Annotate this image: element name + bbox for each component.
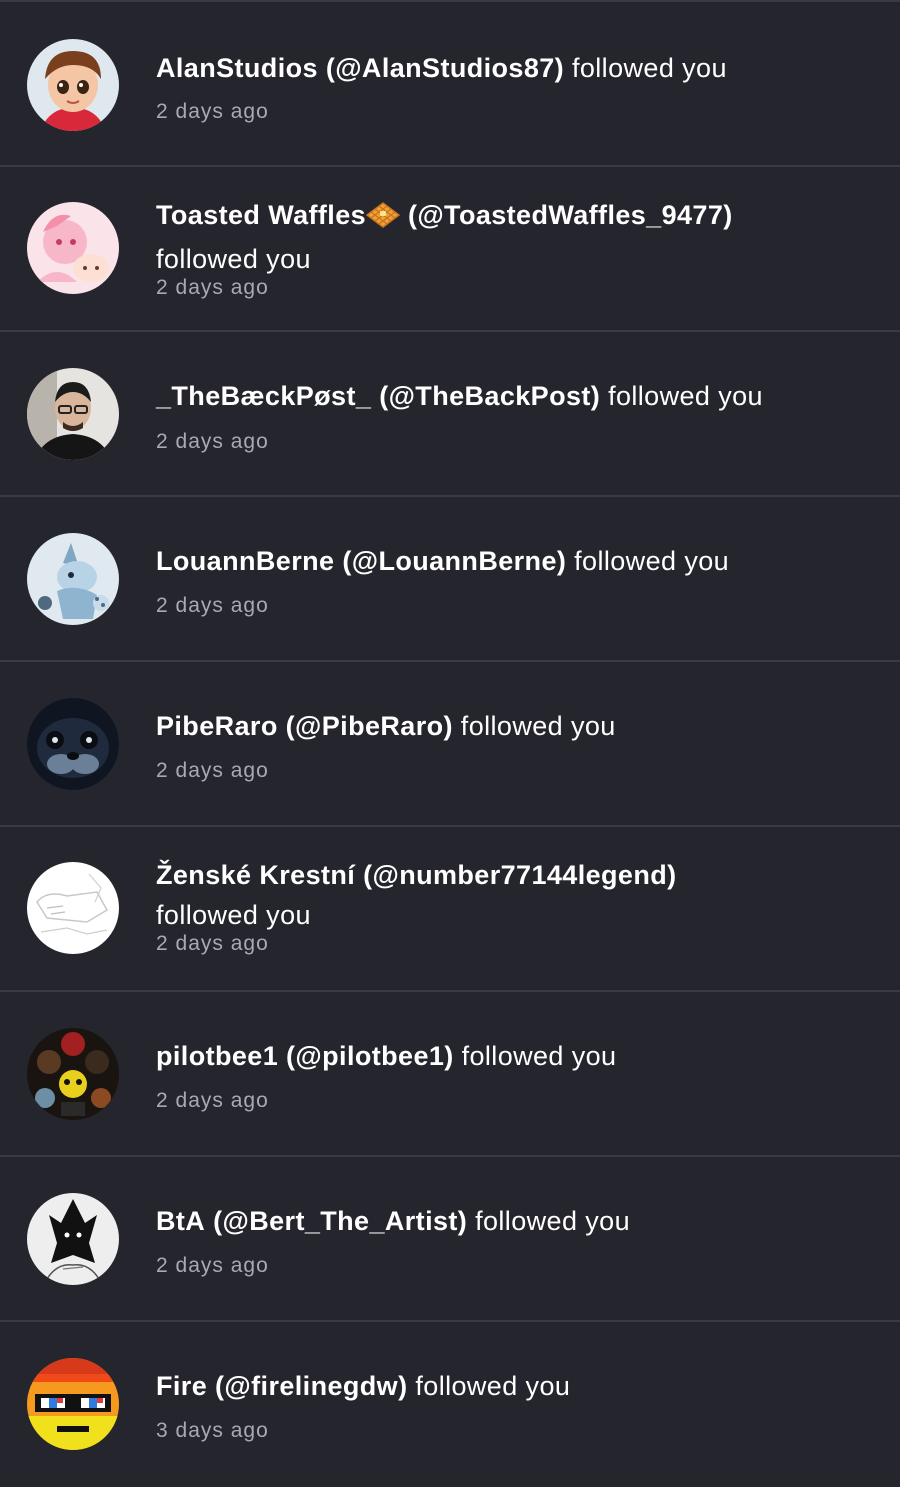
avatar[interactable] [27, 1193, 119, 1285]
timestamp: 2 days ago [156, 759, 269, 782]
waffle-icon [365, 199, 401, 239]
user-handle[interactable]: (@ToastedWaffles_9477) [408, 200, 733, 230]
notification-row[interactable]: BtA (@Bert_The_Artist) followed you 2 da… [0, 1157, 900, 1322]
timestamp: 2 days ago [156, 1254, 269, 1277]
notification-row[interactable]: AlanStudios (@AlanStudios87) followed yo… [0, 2, 900, 167]
user-handle[interactable]: (@firelinegdw) [215, 1371, 407, 1401]
notification-row[interactable]: Ženské Krestní (@number77144legend) foll… [0, 827, 900, 992]
timestamp: 2 days ago [156, 1089, 269, 1112]
notification-row[interactable]: LouannBerne (@LouannBerne) followed you … [0, 497, 900, 662]
user-name[interactable]: Toasted Waffles [156, 200, 366, 230]
notification-action: followed you [461, 1041, 617, 1071]
timestamp: 3 days ago [156, 1419, 269, 1442]
user-handle[interactable]: (@pilotbee1) [286, 1041, 454, 1071]
timestamp: 2 days ago [156, 100, 269, 123]
notification-text: Toasted Waffles (@ToastedWaffles_9477) f… [156, 195, 860, 300]
user-handle[interactable]: (@Bert_The_Artist) [213, 1206, 467, 1236]
user-name[interactable]: PibeRaro [156, 711, 278, 741]
notification-text: BtA (@Bert_The_Artist) followed you 2 da… [156, 1201, 860, 1278]
notification-row[interactable]: _TheBæckPøst_ (@TheBackPost) followed yo… [0, 332, 900, 497]
user-handle[interactable]: (@number77144legend) [363, 860, 676, 890]
notification-action: followed you [460, 711, 616, 741]
notification-list: AlanStudios (@AlanStudios87) followed yo… [0, 0, 900, 1485]
notification-action: followed you [156, 900, 311, 930]
user-name[interactable]: Ženské Krestní [156, 860, 355, 890]
notification-action: followed you [415, 1371, 571, 1401]
notification-row[interactable]: pilotbee1 (@pilotbee1) followed you 2 da… [0, 992, 900, 1157]
notification-action: followed you [156, 244, 311, 274]
user-name[interactable]: LouannBerne [156, 546, 334, 576]
timestamp: 2 days ago [156, 276, 269, 299]
avatar[interactable] [27, 862, 119, 954]
avatar[interactable] [27, 39, 119, 131]
notification-text: Ženské Krestní (@number77144legend) foll… [156, 855, 860, 956]
user-name[interactable]: AlanStudios [156, 53, 318, 83]
user-name[interactable]: _TheBæckPøst_ [156, 381, 371, 411]
timestamp: 2 days ago [156, 932, 269, 955]
timestamp: 2 days ago [156, 594, 269, 617]
user-handle[interactable]: (@PibeRaro) [286, 711, 453, 741]
avatar[interactable] [27, 1028, 119, 1120]
notification-action: followed you [475, 1206, 630, 1236]
notification-action: followed you [608, 381, 763, 411]
avatar[interactable] [27, 533, 119, 625]
avatar[interactable] [27, 1358, 119, 1450]
avatar[interactable] [27, 368, 119, 460]
notification-text: AlanStudios (@AlanStudios87) followed yo… [156, 48, 860, 124]
user-handle[interactable]: (@AlanStudios87) [326, 53, 564, 83]
notification-text: _TheBæckPøst_ (@TheBackPost) followed yo… [156, 376, 860, 454]
notification-row[interactable]: PibeRaro (@PibeRaro) followed you 2 days… [0, 662, 900, 827]
user-name[interactable]: Fire [156, 1371, 207, 1401]
notification-action: followed you [571, 53, 727, 83]
avatar[interactable] [27, 698, 119, 790]
user-name[interactable]: pilotbee1 [156, 1041, 278, 1071]
user-handle[interactable]: (@TheBackPost) [379, 381, 600, 411]
notification-text: PibeRaro (@PibeRaro) followed you 2 days… [156, 706, 860, 783]
user-name[interactable]: BtA [156, 1206, 205, 1236]
timestamp: 2 days ago [156, 430, 269, 453]
avatar[interactable] [27, 202, 119, 294]
user-handle[interactable]: (@LouannBerne) [342, 546, 566, 576]
notification-text: LouannBerne (@LouannBerne) followed you … [156, 541, 860, 618]
notification-text: Fire (@firelinegdw) followed you 3 days … [156, 1366, 860, 1443]
notification-text: pilotbee1 (@pilotbee1) followed you 2 da… [156, 1036, 860, 1113]
notification-row[interactable]: Toasted Waffles (@ToastedWaffles_9477) f… [0, 167, 900, 332]
notification-row[interactable]: Fire (@firelinegdw) followed you 3 days … [0, 1322, 900, 1487]
notification-action: followed you [574, 546, 730, 576]
